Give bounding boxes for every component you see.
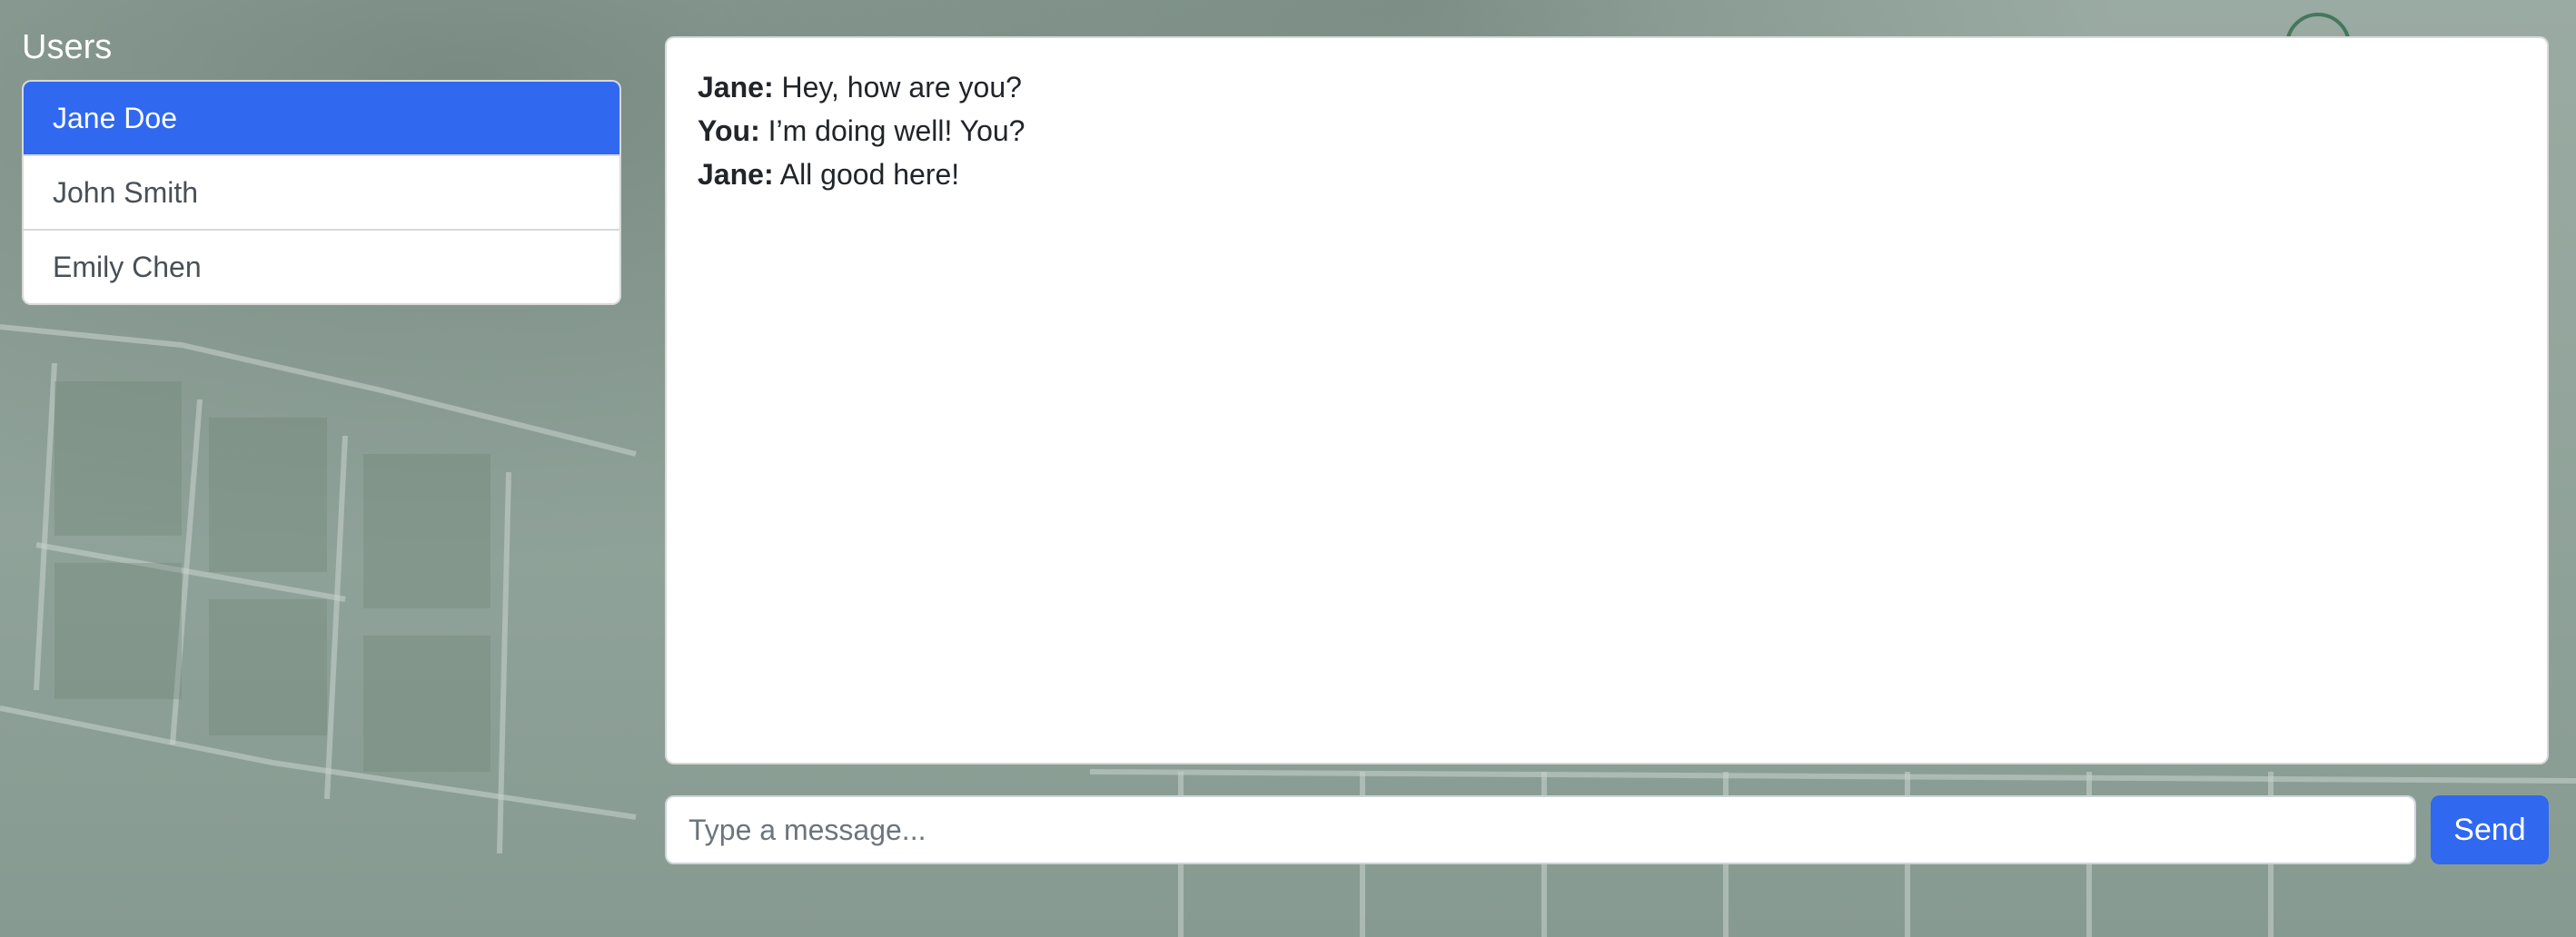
user-list: Jane Doe John Smith Emily Chen [22, 80, 621, 305]
send-button[interactable]: Send [2431, 795, 2549, 864]
message-composer: Send [665, 795, 2549, 864]
message: You: I’m doing well! You? [698, 109, 2516, 153]
message-text: Hey, how are you? [781, 71, 1022, 104]
message-text: All good here! [779, 158, 960, 191]
message: Jane: Hey, how are you? [698, 65, 2516, 109]
message-sender: Jane: [698, 71, 774, 104]
message-sender: You: [698, 114, 760, 147]
message-text: I’m doing well! You? [768, 114, 1025, 147]
message: Jane: All good here! [698, 153, 2516, 196]
user-item-jane-doe[interactable]: Jane Doe [24, 82, 619, 154]
users-heading: Users [22, 28, 113, 66]
users-sidebar: Users Jane Doe John Smith Emily Chen [22, 27, 621, 305]
message-sender: Jane: [698, 158, 774, 191]
message-input[interactable] [665, 795, 2416, 864]
user-item-john-smith[interactable]: John Smith [24, 154, 619, 229]
user-item-emily-chen[interactable]: Emily Chen [24, 229, 619, 303]
chat-messages-panel[interactable]: Jane: Hey, how are you? You: I’m doing w… [665, 36, 2549, 764]
